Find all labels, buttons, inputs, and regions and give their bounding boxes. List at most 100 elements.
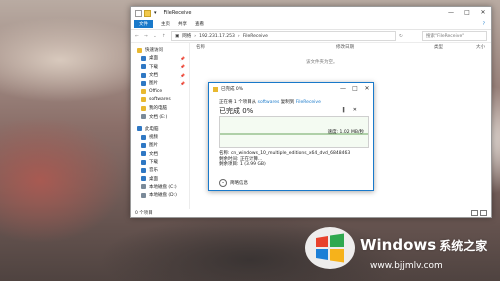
cancel-copy-icon[interactable]: ✕ <box>353 107 357 113</box>
sidebar-item-label: 桌面 <box>149 56 158 62</box>
network-icon: ▣ <box>175 33 180 39</box>
status-bar: 0 个项目 <box>131 209 491 217</box>
sidebar-item[interactable]: 图片 <box>131 141 189 149</box>
download-icon <box>141 64 146 70</box>
copy-icon <box>213 86 218 92</box>
picture-icon <box>141 142 146 148</box>
up-arrow-icon[interactable]: ↑ <box>162 34 168 39</box>
address-bar[interactable]: ▣ 网络 › 192.231.17.253 › FileReceive <box>171 31 396 41</box>
refresh-icon[interactable]: ↻ <box>399 34 405 39</box>
pin-icon[interactable]: 📌 <box>180 56 185 61</box>
sidebar-item[interactable]: 文档 (E:) <box>131 112 189 120</box>
transfer-speed-graph: 速度: 1.02 MB/秒 <box>219 116 369 148</box>
sidebar-item[interactable]: 桌面 📌 <box>131 54 189 62</box>
dialog-minimize-button[interactable]: — <box>337 83 349 95</box>
sidebar-item[interactable]: 我的电脑 <box>131 104 189 112</box>
sidebar-item-label: 图片 <box>149 81 158 87</box>
properties-icon[interactable] <box>135 9 142 17</box>
dialog-titlebar: 已完成 0% — □ ✕ <box>209 83 373 95</box>
sidebar-item[interactable]: 快速访问 <box>131 46 189 54</box>
watermark-brand-en: Windows <box>360 236 437 254</box>
dropdown-icon[interactable]: ▾ <box>154 10 157 16</box>
computer-icon <box>137 126 142 132</box>
column-header-date[interactable]: 修改日期 <box>336 44 434 50</box>
path-separator-icon: › <box>194 33 197 39</box>
document-icon <box>141 151 146 157</box>
destination-folder-link[interactable]: FileReceive <box>296 100 321 105</box>
source-folder-link[interactable]: softwares <box>258 100 280 105</box>
sidebar-item[interactable]: 文档 📌 <box>131 71 189 79</box>
sidebar-item[interactable]: 本地磁盘 (C:) <box>131 183 189 191</box>
sidebar-item[interactable]: softwares <box>131 96 189 104</box>
sidebar-item[interactable]: 此电脑 <box>131 125 189 133</box>
tab-home[interactable]: 主页 <box>161 21 170 27</box>
music-icon <box>141 167 146 173</box>
fewer-details-toggle[interactable]: ⌃ 简略信息 <box>219 179 248 187</box>
sidebar-item-label: Office <box>149 89 163 95</box>
back-arrow-icon[interactable]: ← <box>135 34 141 39</box>
pause-icon[interactable]: ‖ <box>342 107 345 113</box>
sidebar-item[interactable]: 图片 📌 <box>131 79 189 87</box>
window-controls: — □ ✕ <box>443 7 491 19</box>
tab-file[interactable]: 文件 <box>134 20 153 28</box>
chevron-up-icon: ⌃ <box>219 179 227 187</box>
sidebar-item-label: 本地磁盘 (D:) <box>149 193 177 199</box>
desktop-icon <box>141 176 146 182</box>
copy-details: 名称: cn_windows_10_multiple_editions_x64_… <box>219 151 350 168</box>
drive-icon <box>141 184 146 190</box>
document-icon <box>141 72 146 78</box>
windows-logo <box>305 227 355 269</box>
items-remaining: 剩余项目: 1 (3.99 GB) <box>219 162 266 168</box>
sidebar-item-label: softwares <box>149 97 171 103</box>
sidebar-item[interactable]: 下载 <box>131 158 189 166</box>
sidebar-item-label: 音乐 <box>149 168 158 174</box>
maximize-button[interactable]: □ <box>459 7 475 19</box>
folder-icon <box>141 97 146 103</box>
details-view-icon[interactable] <box>471 210 478 216</box>
sidebar-item[interactable]: 桌面 <box>131 174 189 182</box>
dialog-maximize-button[interactable]: □ <box>349 83 361 95</box>
sidebar-item[interactable]: 音乐 <box>131 166 189 174</box>
path-segment[interactable]: 网络 <box>182 33 191 39</box>
new-folder-icon[interactable] <box>144 9 151 17</box>
sidebar-item-label: 文档 <box>149 151 158 157</box>
fewer-details-label: 简略信息 <box>230 181 248 186</box>
path-segment[interactable]: 192.231.17.253 <box>199 34 235 39</box>
close-button[interactable]: ✕ <box>475 7 491 19</box>
sidebar-item[interactable]: 下载 📌 <box>131 63 189 71</box>
forward-arrow-icon[interactable]: → <box>144 34 150 39</box>
folder-icon <box>141 89 146 95</box>
minimize-button[interactable]: — <box>443 7 459 19</box>
column-header-type[interactable]: 类型 <box>434 44 476 50</box>
sidebar-item-label: 下载 <box>149 160 158 165</box>
column-header-size[interactable]: 大小 <box>476 44 485 50</box>
drive-icon <box>141 192 146 198</box>
copy-line-prefix: 正在将 1 个项目从 <box>219 100 257 105</box>
copy-description: 正在将 1 个项目从 softwares 复制到 FileReceive <box>219 99 321 105</box>
star-icon <box>137 47 142 53</box>
sidebar-item-label: 文档 (E:) <box>149 114 168 120</box>
recent-chevron-icon[interactable]: ⌄ <box>153 34 159 39</box>
search-input[interactable]: 搜索"FileReceive" <box>422 31 487 41</box>
sidebar-item[interactable]: Office <box>131 87 189 95</box>
tab-share[interactable]: 共享 <box>178 21 187 27</box>
sidebar-item-label: 视频 <box>149 135 158 141</box>
path-segment[interactable]: FileReceive <box>243 34 268 39</box>
video-icon <box>141 134 146 140</box>
help-icon[interactable]: ? <box>483 22 485 27</box>
large-icons-view-icon[interactable] <box>480 210 487 216</box>
navigation-pane: 快速访问 桌面 📌 下载 📌 文档 📌 图片 📌 Office softwares 我的电脑 文档 (E… <box>131 42 190 209</box>
watermark-url: www.bjjmlv.com <box>370 261 443 271</box>
pin-icon[interactable]: 📌 <box>180 81 185 86</box>
pin-icon[interactable]: 📌 <box>180 73 185 78</box>
download-icon <box>141 159 146 165</box>
dialog-close-button[interactable]: ✕ <box>361 83 373 95</box>
drive-icon <box>141 114 146 120</box>
sidebar-item-label: 此电脑 <box>145 126 159 132</box>
column-header-name[interactable]: 名称 <box>196 44 336 50</box>
sidebar-item[interactable]: 本地磁盘 (D:) <box>131 191 189 199</box>
tab-view[interactable]: 查看 <box>195 21 204 27</box>
sidebar-item[interactable]: 文档 <box>131 150 189 158</box>
pin-icon[interactable]: 📌 <box>180 64 185 69</box>
sidebar-item[interactable]: 视频 <box>131 133 189 141</box>
